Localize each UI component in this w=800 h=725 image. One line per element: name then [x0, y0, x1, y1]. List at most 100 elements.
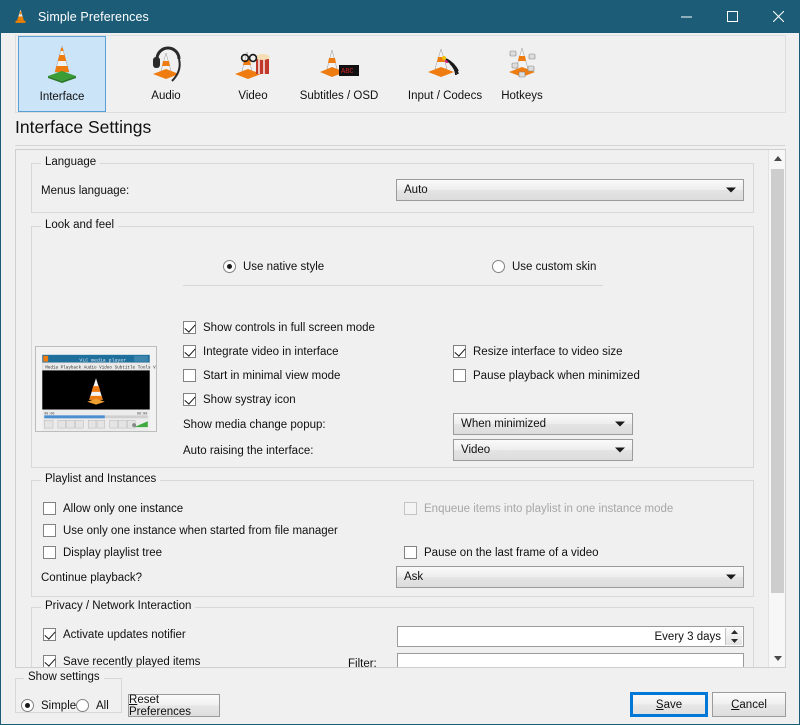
checkbox-indicator: [43, 502, 56, 515]
radio-use-native-style[interactable]: Use native style: [223, 260, 324, 273]
vlc-cone-icon: [48, 45, 76, 83]
checkbox-integrate-video[interactable]: Integrate video in interface: [183, 345, 339, 358]
checkbox-one-instance-file-manager[interactable]: Use only one instance when started from …: [43, 524, 338, 537]
radio-show-settings-all[interactable]: All: [76, 699, 109, 712]
show-settings-title: Show settings: [24, 671, 104, 683]
checkbox-label: Start in minimal view mode: [203, 369, 341, 382]
checkbox-label: Use only one instance when started from …: [63, 524, 338, 537]
tab-video[interactable]: Video: [209, 36, 297, 112]
vlc-subtitles-icon: ABC: [320, 49, 359, 77]
checkbox-save-recently-played[interactable]: Save recently played items: [43, 655, 200, 667]
category-toolbar: Interface Audio Video ABC Subtitles / OS…: [15, 35, 786, 113]
window-controls: [663, 0, 800, 33]
vlc-codecs-icon: [428, 48, 459, 77]
svg-text:Media Playback Audio Video Sub: Media Playback Audio Video Subtitle Tool…: [45, 365, 156, 370]
dialog-footer: Show settings Simple All Reset Preferenc…: [2, 670, 799, 722]
filter-input[interactable]: [398, 656, 743, 667]
privacy-group-title: Privacy / Network Interaction: [41, 600, 196, 612]
checkbox-indicator: [183, 369, 196, 382]
spinner-down-icon[interactable]: [726, 637, 742, 646]
radio-indicator: [492, 260, 505, 273]
title-divider: [15, 145, 785, 146]
tab-audio[interactable]: Audio: [122, 36, 210, 112]
checkbox-indicator: [43, 655, 56, 667]
checkbox-show-controls-fullscreen[interactable]: Show controls in full screen mode: [183, 321, 375, 334]
radio-label: Use custom skin: [512, 260, 597, 273]
svg-text:ABC: ABC: [341, 68, 354, 76]
scroll-down-icon[interactable]: [769, 650, 785, 667]
checkbox-show-systray-icon[interactable]: Show systray icon: [183, 393, 296, 406]
continue-playback-value: Ask: [404, 571, 424, 583]
checkbox-start-minimal-view[interactable]: Start in minimal view mode: [183, 369, 340, 382]
update-interval-spinbox[interactable]: Every 3 days: [397, 626, 744, 647]
tab-hotkeys[interactable]: Hotkeys: [478, 36, 566, 112]
checkbox-indicator: [183, 393, 196, 406]
interface-preview-image: VLC media player Media Playback Audio Vi…: [35, 346, 177, 432]
spinner-up-icon[interactable]: [726, 628, 742, 637]
auto-raise-label: Auto raising the interface:: [183, 445, 314, 457]
media-change-popup-combobox[interactable]: When minimized: [453, 413, 633, 435]
checkbox-indicator: [453, 369, 466, 382]
checkbox-resize-interface[interactable]: Resize interface to video size: [453, 345, 623, 358]
checkbox-label: Show controls in full screen mode: [203, 321, 375, 334]
minimize-button[interactable]: [663, 0, 709, 33]
radio-indicator: [223, 260, 236, 273]
checkbox-indicator: [43, 524, 56, 537]
playlist-group-title: Playlist and Instances: [41, 473, 161, 485]
chevron-down-icon: [615, 421, 625, 427]
checkbox-label: Display playlist tree: [63, 546, 163, 559]
chevron-down-icon: [726, 187, 736, 193]
checkbox-label: Activate updates notifier: [63, 628, 186, 641]
filter-field[interactable]: [397, 653, 744, 667]
cancel-button[interactable]: Cancel: [712, 692, 786, 717]
dialog-body: Interface Audio Video ABC Subtitles / OS…: [2, 33, 799, 723]
checkbox-activate-updates-notifier[interactable]: Activate updates notifier: [43, 628, 186, 641]
reset-preferences-button[interactable]: Reset Preferences: [128, 694, 220, 718]
radio-show-settings-simple[interactable]: Simple: [21, 699, 76, 712]
tab-input-codecs[interactable]: Input / Codecs: [401, 36, 489, 112]
radio-indicator: [21, 699, 34, 712]
save-button[interactable]: Save: [630, 692, 708, 717]
tab-subtitles-osd[interactable]: ABC Subtitles / OSD: [295, 36, 383, 112]
chevron-down-icon: [726, 574, 736, 580]
continue-playback-label: Continue playback?: [41, 572, 143, 584]
checkbox-label: Integrate video in interface: [203, 345, 339, 358]
tab-label: Subtitles / OSD: [299, 90, 379, 102]
tab-interface[interactable]: Interface: [18, 36, 106, 112]
media-change-popup-value: When minimized: [461, 418, 546, 430]
scroll-up-icon[interactable]: [769, 150, 785, 167]
close-button[interactable]: [755, 0, 800, 33]
tab-label: Interface: [39, 91, 85, 103]
checkbox-label: Pause on the last frame of a video: [424, 546, 599, 559]
auto-raise-value: Video: [461, 444, 491, 456]
radio-label: All: [96, 699, 109, 712]
scrollbar-thumb[interactable]: [771, 169, 784, 593]
radio-use-custom-skin[interactable]: Use custom skin: [492, 260, 596, 273]
checkbox-pause-when-minimized[interactable]: Pause playback when minimized: [453, 369, 640, 382]
page-title: Interface Settings: [15, 117, 152, 137]
menus-language-combobox[interactable]: Auto: [396, 179, 744, 201]
radio-label: Simple: [41, 699, 77, 712]
checkbox-pause-last-frame[interactable]: Pause on the last frame of a video: [404, 546, 599, 559]
update-interval-value: Every 3 days: [654, 630, 721, 643]
checkbox-allow-one-instance[interactable]: Allow only one instance: [43, 502, 183, 515]
auto-raise-combobox[interactable]: Video: [453, 439, 633, 461]
window-title: Simple Preferences: [38, 9, 149, 24]
checkbox-label: Enqueue items into playlist in one insta…: [424, 502, 674, 515]
titlebar: Simple Preferences: [1, 0, 800, 33]
checkbox-label: Pause playback when minimized: [473, 369, 640, 382]
vlc-hotkeys-icon: [509, 47, 536, 78]
settings-scroll-panel: Language Menus language: Auto Look and f…: [15, 149, 786, 668]
radio-indicator: [76, 699, 89, 712]
checkbox-indicator: [404, 502, 417, 515]
vlc-headphones-icon: [153, 46, 181, 82]
media-change-popup-label: Show media change popup:: [183, 419, 326, 431]
spinner-buttons[interactable]: [725, 628, 742, 645]
checkbox-display-playlist-tree[interactable]: Display playlist tree: [43, 546, 162, 559]
maximize-button[interactable]: [709, 0, 755, 33]
checkbox-indicator: [453, 345, 466, 358]
continue-playback-combobox[interactable]: Ask: [396, 566, 744, 588]
vertical-scrollbar[interactable]: [768, 150, 785, 667]
settings-content: Language Menus language: Auto Look and f…: [16, 150, 768, 667]
tab-label: Input / Codecs: [407, 90, 483, 102]
